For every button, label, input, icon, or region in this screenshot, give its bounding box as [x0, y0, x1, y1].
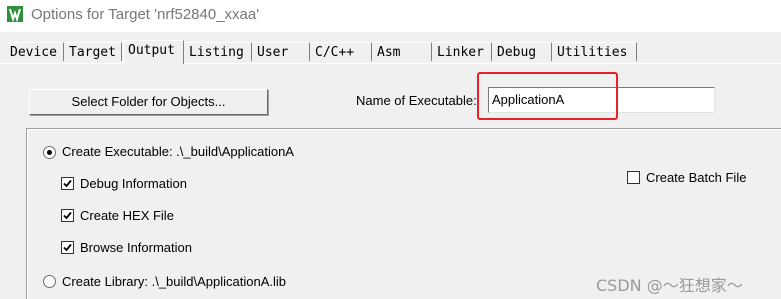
browse-information-label: Browse Information	[80, 240, 192, 255]
tab-asm[interactable]: Asm	[373, 42, 432, 61]
name-of-executable-input[interactable]: ApplicationA	[488, 87, 715, 113]
create-batch-file-checkbox[interactable]	[627, 171, 640, 184]
radio-selected-dot	[47, 150, 52, 155]
csdn-watermark: CSDN @～狂想家～	[596, 276, 743, 295]
options-dialog: Options for Target 'nrf52840_xxaa' Devic…	[0, 0, 781, 299]
create-library-radio[interactable]	[43, 275, 56, 288]
name-of-executable-label: Name of Executable:	[356, 93, 477, 108]
title-bar: Options for Target 'nrf52840_xxaa'	[0, 0, 781, 32]
tab-c-cpp[interactable]: C/C++	[311, 42, 372, 61]
create-executable-label: Create Executable: .\_build\ApplicationA	[62, 144, 294, 159]
tab-utilities[interactable]: Utilities	[553, 42, 637, 61]
debug-information-label: Debug Information	[80, 176, 187, 191]
tab-device[interactable]: Device	[6, 42, 64, 61]
create-executable-radio[interactable]	[43, 146, 56, 159]
tab-target[interactable]: Target	[65, 42, 122, 61]
checkmark-icon	[63, 179, 72, 188]
tab-debug[interactable]: Debug	[493, 42, 552, 61]
create-library-label: Create Library: .\_build\ApplicationA.li…	[62, 274, 287, 289]
keil-app-icon	[7, 6, 23, 22]
debug-information-checkbox[interactable]	[61, 177, 74, 190]
select-folder-button[interactable]: Select Folder for Objects...	[29, 89, 268, 115]
create-hex-checkbox[interactable]	[61, 209, 74, 222]
checkmark-icon	[63, 211, 72, 220]
tab-divider	[0, 63, 781, 64]
browse-information-checkbox[interactable]	[61, 241, 74, 254]
checkmark-icon	[63, 243, 72, 252]
tab-user[interactable]: User	[253, 42, 310, 61]
window-title: Options for Target 'nrf52840_xxaa'	[31, 6, 260, 23]
create-batch-file-label: Create Batch File	[646, 170, 747, 185]
tab-listing[interactable]: Listing	[185, 42, 252, 61]
create-hex-label: Create HEX File	[80, 208, 174, 223]
tab-linker[interactable]: Linker	[433, 42, 492, 61]
tab-output[interactable]: Output	[123, 40, 184, 64]
tab-strip: Device Target Output Listing User C/C++ …	[0, 40, 781, 64]
